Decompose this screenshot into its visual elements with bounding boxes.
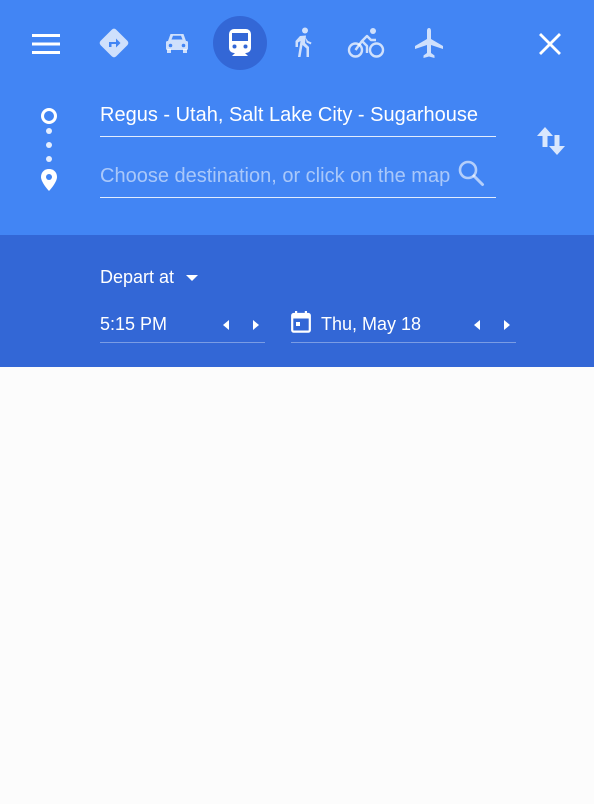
calendar-icon	[291, 311, 311, 338]
date-field[interactable]: Thu, May 18	[291, 308, 516, 343]
time-next-icon[interactable]	[249, 318, 263, 332]
mode-cycling-button[interactable]	[339, 16, 393, 70]
date-prev-icon[interactable]	[470, 318, 484, 332]
date-value: Thu, May 18	[321, 314, 422, 334]
train-icon	[225, 27, 255, 59]
destination-input[interactable]	[100, 157, 450, 195]
destination-pin-icon	[39, 168, 59, 197]
route-dot	[46, 142, 52, 148]
route-dot	[46, 128, 52, 134]
date-next-icon[interactable]	[500, 318, 514, 332]
bike-icon	[347, 26, 385, 60]
origin-input[interactable]	[100, 96, 496, 134]
time-value: 5:15 PM	[100, 314, 168, 334]
mode-flights-button[interactable]	[402, 16, 456, 70]
directions-header	[0, 0, 594, 235]
schedule-options	[0, 235, 594, 367]
menu-icon[interactable]	[30, 28, 62, 60]
directions-panel: Depart at 5:15 PM Thu, May 18	[0, 0, 594, 804]
mode-best-route-button[interactable]	[87, 16, 141, 70]
results-area	[0, 367, 594, 804]
car-icon	[161, 27, 193, 59]
origin-field	[100, 96, 496, 137]
depart-at-label: Depart at	[100, 266, 175, 287]
plane-icon	[413, 26, 445, 60]
origin-marker-icon	[41, 108, 57, 124]
route-dot	[46, 156, 52, 162]
walk-icon	[288, 26, 318, 60]
swap-icon[interactable]	[534, 124, 568, 158]
chevron-down-icon	[186, 275, 199, 281]
route-connector	[36, 104, 62, 194]
time-field[interactable]: 5:15 PM	[100, 308, 265, 343]
mode-walking-button[interactable]	[276, 16, 330, 70]
destination-field	[100, 157, 496, 198]
time-prev-icon[interactable]	[219, 318, 233, 332]
depart-at-dropdown[interactable]: Depart at	[100, 264, 199, 290]
mode-transit-button[interactable]	[213, 16, 267, 70]
close-icon[interactable]	[534, 28, 566, 60]
mode-driving-button[interactable]	[150, 16, 204, 70]
search-icon[interactable]	[456, 158, 486, 188]
directions-icon	[97, 26, 131, 60]
